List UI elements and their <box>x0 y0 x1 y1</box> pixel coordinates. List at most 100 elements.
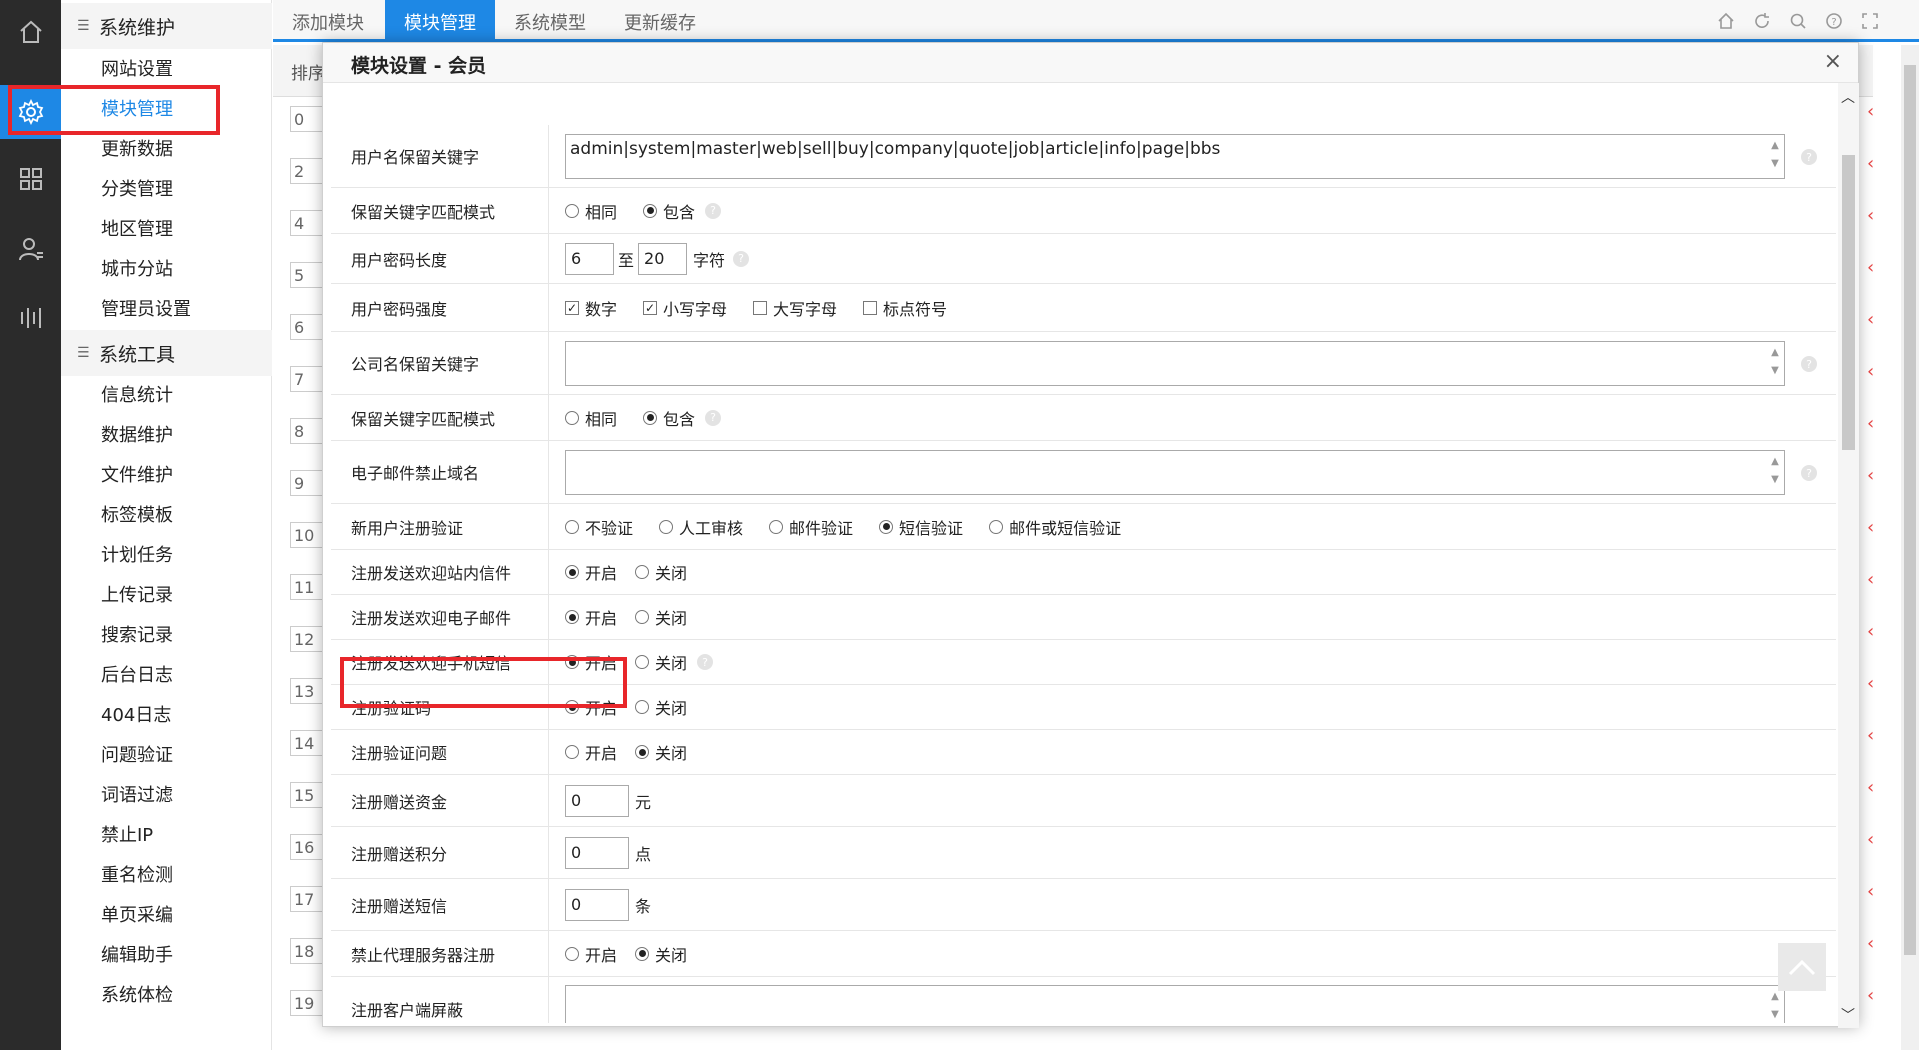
help-icon[interactable]: ? <box>1801 465 1817 481</box>
radio-option-sms-verify[interactable]: 短信验证 <box>879 515 963 539</box>
help-icon[interactable]: ? <box>697 654 714 670</box>
checkbox[interactable] <box>753 300 768 315</box>
dialog-scrollbar[interactable]: ︿ ﹀ <box>1838 83 1859 1028</box>
sidebar-item-search-records[interactable]: 搜索记录 <box>101 620 173 652</box>
sidebar-item-update-data[interactable]: 更新数据 <box>101 134 173 166</box>
client-block-textarea[interactable]: ▲ ▼ <box>565 985 1785 1023</box>
sidebar-item-question-verify[interactable]: 问题验证 <box>101 740 173 772</box>
radio-option-on[interactable]: 开启 <box>565 605 617 629</box>
chevron-left-icon[interactable]: ‹ <box>1867 673 1874 694</box>
sidebar-item-single-page[interactable]: 单页采编 <box>101 900 173 932</box>
radio-option-email-or-sms[interactable]: 邮件或短信验证 <box>989 515 1121 539</box>
sidebar-item-upload-records[interactable]: 上传记录 <box>101 580 173 612</box>
radio-option-on[interactable]: 开启 <box>565 740 617 764</box>
grid-icon[interactable] <box>0 152 61 206</box>
radio-button[interactable] <box>635 655 650 669</box>
chevron-left-icon[interactable]: ‹ <box>1867 933 1874 954</box>
radio-button[interactable] <box>635 700 650 714</box>
sidebar-item-region-management[interactable]: 地区管理 <box>101 214 173 246</box>
company-reserved-keywords-textarea[interactable]: ▲ ▼ <box>565 341 1785 386</box>
chevron-left-icon[interactable]: ‹ <box>1867 413 1874 434</box>
spinner-icon[interactable]: ▲ ▼ <box>1768 344 1782 382</box>
sidebar-item-data-maintenance[interactable]: 数据维护 <box>101 420 173 452</box>
sidebar-item-category-management[interactable]: 分类管理 <box>101 174 173 206</box>
tab-add-module[interactable]: 添加模块 <box>273 0 383 39</box>
sidebar-group-system-tools[interactable]: ☰ 系统工具 <box>61 330 272 376</box>
radio-option-contains[interactable]: 包含 <box>643 406 695 430</box>
refresh-icon[interactable] <box>1751 10 1773 32</box>
radio-option-on[interactable]: 开启 <box>565 560 617 584</box>
dialog-scrollbar-thumb[interactable] <box>1842 155 1855 450</box>
page-scrollbar-thumb[interactable] <box>1904 65 1916 955</box>
tab-module-management[interactable]: 模块管理 <box>385 0 495 39</box>
help-icon[interactable]: ? <box>1801 356 1817 372</box>
username-reserved-keywords-textarea[interactable]: admin|system|master|web|sell|buy|company… <box>565 134 1785 179</box>
checkbox-uppercase[interactable]: 大写字母 <box>753 296 837 320</box>
radio-button[interactable] <box>635 610 650 624</box>
sidebar-item-duplicate-check[interactable]: 重名检测 <box>101 860 173 892</box>
radio-button[interactable] <box>643 203 658 218</box>
radio-button[interactable] <box>635 745 650 759</box>
radio-option-off[interactable]: 关闭 <box>635 695 687 719</box>
sidebar-item-tag-templates[interactable]: 标签模板 <box>101 500 173 532</box>
checkbox[interactable] <box>863 300 878 315</box>
radio-button[interactable] <box>989 519 1004 534</box>
radio-option-off[interactable]: 关闭 <box>635 942 687 966</box>
radio-option-off[interactable]: 关闭 <box>635 560 687 584</box>
radio-button[interactable] <box>879 519 894 534</box>
radio-option-off[interactable]: 关闭 <box>635 740 687 764</box>
chevron-left-icon[interactable]: ‹ <box>1867 621 1874 642</box>
radio-button[interactable] <box>769 519 784 534</box>
sidebar-item-404-logs[interactable]: 404日志 <box>101 700 171 732</box>
radio-option-off[interactable]: 关闭 <box>635 650 687 674</box>
radio-option-on[interactable]: 开启 <box>565 942 617 966</box>
radio-option-manual-review[interactable]: 人工审核 <box>659 515 743 539</box>
sidebar-item-ban-ip[interactable]: 禁止IP <box>101 820 153 852</box>
close-icon[interactable]: × <box>1824 49 1842 74</box>
checkbox-punctuation[interactable]: 标点符号 <box>863 296 947 320</box>
help-icon[interactable]: ? <box>1801 149 1817 165</box>
home-icon[interactable] <box>0 5 61 59</box>
radio-button[interactable] <box>643 410 658 425</box>
chevron-left-icon[interactable]: ‹ <box>1867 309 1874 330</box>
gift-funds-input[interactable]: 0 <box>565 784 629 817</box>
home-icon[interactable] <box>1715 10 1737 32</box>
radio-button[interactable] <box>565 410 579 425</box>
chevron-down-icon[interactable]: ﹀ <box>1841 1005 1855 1025</box>
fullscreen-icon[interactable] <box>1859 10 1881 32</box>
chevron-left-icon[interactable]: ‹ <box>1867 517 1874 538</box>
chevron-left-icon[interactable]: ‹ <box>1867 205 1874 226</box>
gift-sms-input[interactable]: 0 <box>565 888 629 921</box>
user-icon[interactable] <box>0 222 61 276</box>
back-to-top-button[interactable] <box>1778 943 1826 991</box>
tab-system-model[interactable]: 系统模型 <box>495 0 605 39</box>
sidebar-item-website-settings[interactable]: 网站设置 <box>101 54 173 86</box>
help-icon[interactable]: ? <box>705 409 722 426</box>
sidebar-item-admin-logs[interactable]: 后台日志 <box>101 660 173 692</box>
chevron-left-icon[interactable]: ‹ <box>1867 829 1874 850</box>
sidebar-item-admin-settings[interactable]: 管理员设置 <box>101 294 191 326</box>
radio-button[interactable] <box>635 565 650 579</box>
chevron-left-icon[interactable]: ‹ <box>1867 361 1874 382</box>
radio-button[interactable] <box>565 519 579 534</box>
chevron-up-icon[interactable]: ︿ <box>1841 87 1855 107</box>
radio-option-same[interactable]: 相同 <box>565 406 617 430</box>
chevron-left-icon[interactable]: ‹ <box>1867 725 1874 746</box>
sidebar-item-file-maintenance[interactable]: 文件维护 <box>101 460 173 492</box>
spinner-icon[interactable]: ▲ ▼ <box>1768 453 1782 491</box>
radio-option-email-verify[interactable]: 邮件验证 <box>769 515 853 539</box>
radio-button[interactable] <box>565 946 579 961</box>
sidebar-item-scheduled-tasks[interactable]: 计划任务 <box>101 540 173 572</box>
sidebar-group-system-maintenance[interactable]: ☰ 系统维护 <box>61 3 272 49</box>
chevron-left-icon[interactable]: ‹ <box>1867 465 1874 486</box>
spinner-icon[interactable]: ▲ ▼ <box>1768 137 1782 175</box>
chevron-left-icon[interactable]: ‹ <box>1867 257 1874 278</box>
checkbox[interactable]: ✓ <box>565 300 579 315</box>
radio-button[interactable] <box>659 519 674 534</box>
checkbox-digits[interactable]: ✓ 数字 <box>565 296 617 320</box>
help-icon[interactable]: ? <box>733 250 750 267</box>
chevron-left-icon[interactable]: ‹ <box>1867 777 1874 798</box>
chevron-left-icon[interactable]: ‹ <box>1867 569 1874 590</box>
help-icon[interactable]: ? <box>705 202 722 219</box>
password-max-length-input[interactable]: 20 <box>638 242 688 275</box>
